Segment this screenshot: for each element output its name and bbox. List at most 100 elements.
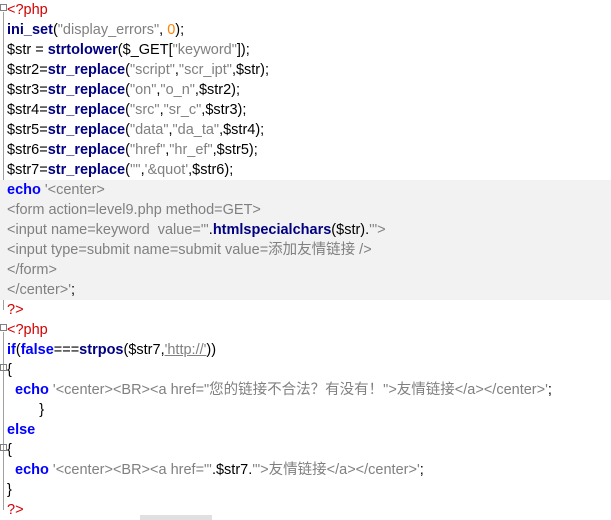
code-token: = xyxy=(31,42,48,58)
code-line: <input type=submit name=submit value=添加友… xyxy=(0,240,611,260)
code-token: str_replace xyxy=(47,122,126,138)
code-token: else xyxy=(7,422,36,438)
code-text: <?php xyxy=(7,0,48,20)
code-token: ,$str); xyxy=(231,62,269,78)
code-token: "display_errors" xyxy=(57,22,160,38)
code-token: <?php xyxy=(7,322,48,338)
code-line: $str3=str_replace("on","o_n",$str2); xyxy=(0,80,611,100)
code-token: </center>' xyxy=(7,282,72,298)
fold-marker-icon[interactable] xyxy=(0,324,7,331)
code-token: "da_ta" xyxy=(172,122,220,138)
code-token: "o_n" xyxy=(160,82,195,98)
code-token: <?php xyxy=(7,2,48,18)
code-token: = xyxy=(39,102,48,118)
code-token: '<center><BR><a href="' xyxy=(48,462,212,478)
code-line: { xyxy=(0,440,611,460)
code-token: "hr_ef" xyxy=(169,142,213,158)
code-token: "href" xyxy=(129,142,166,158)
code-token: { xyxy=(7,362,12,378)
code-token: "scr_ipt" xyxy=(178,62,232,78)
code-text: echo '<center><BR><a href="您的链接不合法？有没有！"… xyxy=(7,380,552,400)
code-token: if xyxy=(7,342,16,358)
code-token: = xyxy=(39,162,48,178)
code-token: ,$str4); xyxy=(219,122,265,138)
code-token: "on" xyxy=(129,82,157,98)
code-text: $str6=str_replace("href","hr_ef",$str5); xyxy=(7,140,258,160)
code-line: ?> xyxy=(0,500,611,520)
code-editor[interactable]: <?php ini_set("display_errors", 0); $str =… xyxy=(0,0,611,520)
code-token: ($str) xyxy=(331,222,366,238)
fold-marker-icon[interactable] xyxy=(0,4,7,11)
code-token: "keyword" xyxy=(172,42,237,58)
code-line: $str5=str_replace("data","da_ta",$str4); xyxy=(0,120,611,140)
code-line: </center>'; xyxy=(0,280,611,300)
code-token: "src" xyxy=(129,102,160,118)
code-text: </center>'; xyxy=(7,280,75,300)
code-token: 'http://' xyxy=(164,342,207,358)
code-token: $str6 xyxy=(7,142,40,158)
code-token: ); xyxy=(175,22,185,38)
code-token: ,$str5); xyxy=(212,142,258,158)
code-token: ,$str6); xyxy=(188,162,234,178)
code-text: </form> xyxy=(7,260,57,280)
code-token: "data" xyxy=(129,122,169,138)
code-text: <?php xyxy=(7,320,48,340)
code-text: else xyxy=(7,420,35,440)
code-token: $str xyxy=(7,42,32,58)
code-token: '&quot' xyxy=(144,162,189,178)
code-line: <form action=level9.php method=GET> xyxy=(0,200,611,220)
code-token: )) xyxy=(206,342,217,358)
code-token: } xyxy=(7,402,45,418)
code-line: <input name=keyword value="'.htmlspecial… xyxy=(0,220,611,240)
code-token: ,$str3); xyxy=(201,102,247,118)
code-token: ($str7, xyxy=(123,342,165,358)
code-line: $str6=str_replace("href","hr_ef",$str5); xyxy=(0,140,611,160)
code-token: '"' xyxy=(129,162,141,178)
code-token: '"> xyxy=(369,222,386,238)
code-text: { xyxy=(7,440,12,460)
code-token: $str5 xyxy=(7,122,40,138)
code-token: ?> xyxy=(7,502,24,518)
code-token: ; xyxy=(71,282,76,298)
code-line: <?php xyxy=(0,320,611,340)
code-token: ?> xyxy=(7,302,24,318)
fold-marker-icon[interactable] xyxy=(0,364,7,371)
code-token: ; xyxy=(547,382,552,398)
code-line: ini_set("display_errors", 0); xyxy=(0,20,611,40)
code-token: "sr_c" xyxy=(163,102,202,118)
code-token: , xyxy=(159,22,168,38)
code-token: = xyxy=(39,122,48,138)
code-token: echo xyxy=(7,182,41,198)
code-token: str_replace xyxy=(47,62,126,78)
code-line: echo '<center><BR><a href="'.$str7.'">友情… xyxy=(0,460,611,480)
code-token: = xyxy=(39,62,48,78)
code-token: = xyxy=(39,142,48,158)
code-text: { xyxy=(7,360,12,380)
code-token: echo xyxy=(7,382,49,398)
code-token: htmlspecialchars xyxy=(212,222,332,238)
code-text: echo '<center><BR><a href="'.$str7.'">友情… xyxy=(7,460,424,480)
code-token: { xyxy=(7,442,12,458)
code-text: <input type=submit name=submit value=添加友… xyxy=(7,240,372,260)
code-text: $str2=str_replace("script","scr_ipt",$st… xyxy=(7,60,269,80)
code-token: </form> xyxy=(7,262,57,278)
code-token: ]); xyxy=(236,42,250,58)
scroll-indicator[interactable] xyxy=(140,515,212,520)
code-line: } xyxy=(0,480,611,500)
code-line: echo '<center><BR><a href="您的链接不合法？有没有！"… xyxy=(0,380,611,400)
code-line: { xyxy=(0,360,611,380)
code-token: strtolower xyxy=(47,42,118,58)
fold-marker-icon[interactable] xyxy=(0,444,7,451)
code-token: $str7 xyxy=(7,162,40,178)
code-text: <form action=level9.php method=GET> xyxy=(7,200,261,220)
code-line: $str2=str_replace("script","scr_ipt",$st… xyxy=(0,60,611,80)
code-text: $str5=str_replace("data","da_ta",$str4); xyxy=(7,120,264,140)
code-token: <form action=level9.php method=GET> xyxy=(7,202,261,218)
code-token: <input name=keyword value="' xyxy=(7,222,209,238)
code-text: ?> xyxy=(7,500,24,520)
code-line: </form> xyxy=(0,260,611,280)
code-token: str_replace xyxy=(47,102,126,118)
code-token: = xyxy=(39,82,48,98)
code-token: } xyxy=(7,482,12,498)
code-token: str_replace xyxy=(47,162,126,178)
